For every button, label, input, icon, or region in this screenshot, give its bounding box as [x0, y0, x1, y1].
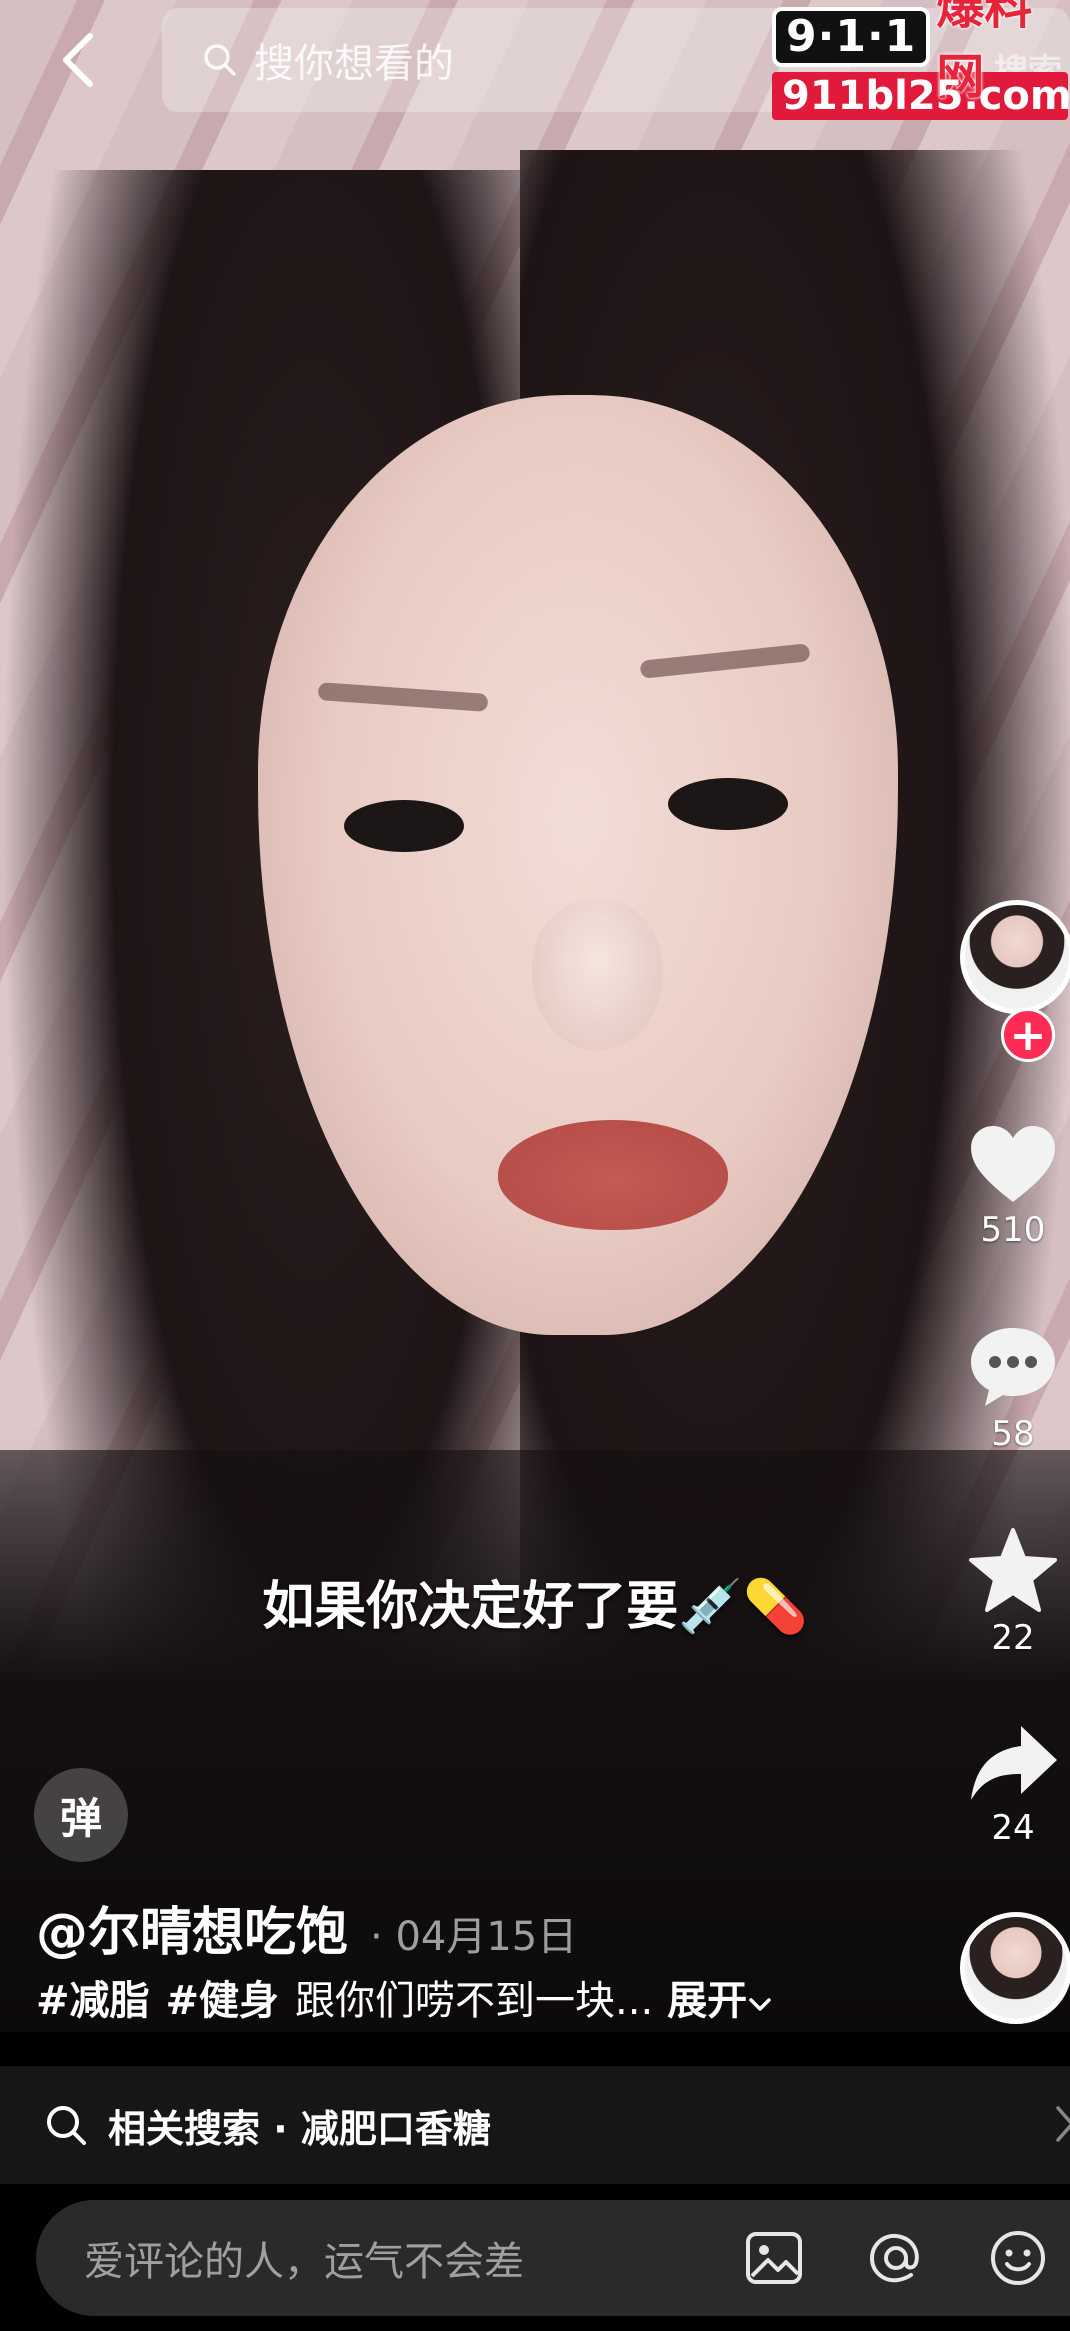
post-description: #减脂 #健身 跟你们唠不到一块... 展开 [36, 1968, 773, 2026]
hashtag-link[interactable]: #健身 [166, 1968, 280, 2026]
music-disc-avatar[interactable] [960, 1912, 1070, 2024]
share-button[interactable]: 24 [956, 1722, 1070, 1848]
danmu-label: 弹 [59, 1793, 102, 1843]
watermark-badge: 9·1·1 [772, 7, 931, 67]
author-name[interactable]: @尔晴想吃饱 [36, 1890, 348, 1965]
hashtag-link[interactable]: #减脂 [36, 1968, 150, 2026]
chevron-down-icon [749, 1998, 771, 2011]
back-arrow-icon [63, 33, 93, 87]
watermark-logo: 9·1·1 爆料网 911bl25.com [772, 0, 1070, 124]
like-count: 510 [980, 1210, 1046, 1250]
watermark-url: 911bl25.com [772, 72, 1070, 120]
top-bar: 搜你想看的 搜索 9·1·1 爆料网 911bl25.com [0, 0, 1070, 120]
expand-label: 展开 [667, 1978, 748, 2024]
share-icon [971, 1726, 1057, 1800]
description-text: 跟你们唠不到一块... [295, 1978, 654, 2024]
comment-button[interactable]: 58 [956, 1324, 1070, 1454]
at-icon[interactable] [866, 2228, 926, 2288]
video-nose [532, 900, 662, 1050]
video-lips [498, 1120, 728, 1230]
like-button[interactable]: 510 [956, 1122, 1070, 1250]
video-eye-right [668, 778, 788, 830]
video-subtitle: 如果你决定好了要💉💊 [262, 1577, 808, 1637]
video-eye-left [344, 800, 464, 852]
back-button[interactable] [48, 30, 108, 90]
emoji-icon[interactable] [988, 2228, 1048, 2288]
search-icon [204, 44, 236, 76]
related-search-label: 相关搜索 · 减肥口香糖 [108, 2106, 491, 2151]
author-row: @尔晴想吃饱 · 04月15日 [36, 1890, 577, 1965]
comment-input[interactable]: 爱评论的人，运气不会差 [36, 2200, 1070, 2316]
image-icon[interactable] [744, 2228, 804, 2288]
heart-icon [971, 1126, 1055, 1202]
danmu-toggle-button[interactable]: 弹 [34, 1768, 128, 1862]
video-frame[interactable] [0, 0, 1070, 2032]
expand-button[interactable]: 展开 [667, 1968, 773, 2026]
search-icon [47, 2106, 86, 2145]
chevron-right-icon [1056, 2106, 1070, 2142]
share-count: 24 [991, 1808, 1035, 1848]
author-avatar[interactable] [960, 900, 1070, 1014]
follow-button[interactable]: + [1001, 1008, 1055, 1062]
related-search-bar[interactable]: 相关搜索 · 减肥口香糖 [0, 2066, 1070, 2184]
comment-placeholder: 爱评论的人，运气不会差 [84, 2239, 524, 2285]
search-placeholder: 搜你想看的 [254, 41, 454, 87]
post-date: · 04月15日 [370, 1914, 578, 1960]
comment-icon [971, 1328, 1055, 1406]
comment-count: 58 [991, 1414, 1035, 1454]
